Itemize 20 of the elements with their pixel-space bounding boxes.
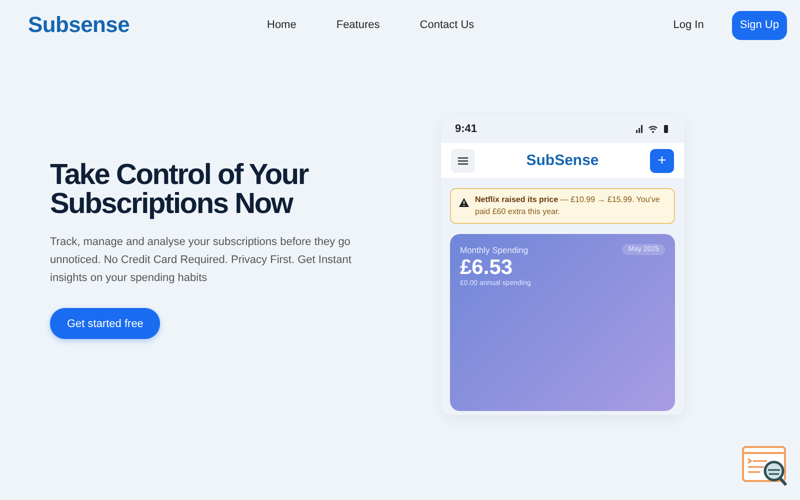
- login-link[interactable]: Log In: [673, 19, 704, 31]
- browser-search-icon[interactable]: [742, 446, 790, 488]
- logo[interactable]: Subsense: [28, 12, 267, 38]
- card-label: Monthly Spending: [460, 244, 528, 254]
- monthly-amount: £6.53: [460, 256, 514, 280]
- warning-icon: [459, 198, 469, 207]
- signup-button[interactable]: Sign Up: [732, 10, 787, 40]
- add-button[interactable]: +: [650, 148, 674, 172]
- app-title: SubSense: [526, 152, 599, 169]
- menu-icon: [458, 156, 468, 164]
- menu-button[interactable]: [451, 148, 475, 172]
- status-time: 9:41: [455, 123, 478, 135]
- get-started-button[interactable]: Get started free: [50, 308, 160, 339]
- nav-link[interactable]: Features: [336, 19, 380, 31]
- hero-heading: Take Control of Your Subscriptions Now: [50, 161, 310, 219]
- hero-description: Track, manage and analyse your subscriptions before they go unnoticed. No Credit Card Required. Privacy First. Get Instant insights on your spending habits: [50, 235, 352, 286]
- nav-link[interactable]: Home: [267, 19, 296, 31]
- alert-text: Netflix raised its price — £10.99 → £15.99. You've paid £60 extra this year.: [475, 194, 661, 218]
- status-icons: [636, 124, 670, 134]
- nav-link[interactable]: Contact Us: [420, 19, 474, 31]
